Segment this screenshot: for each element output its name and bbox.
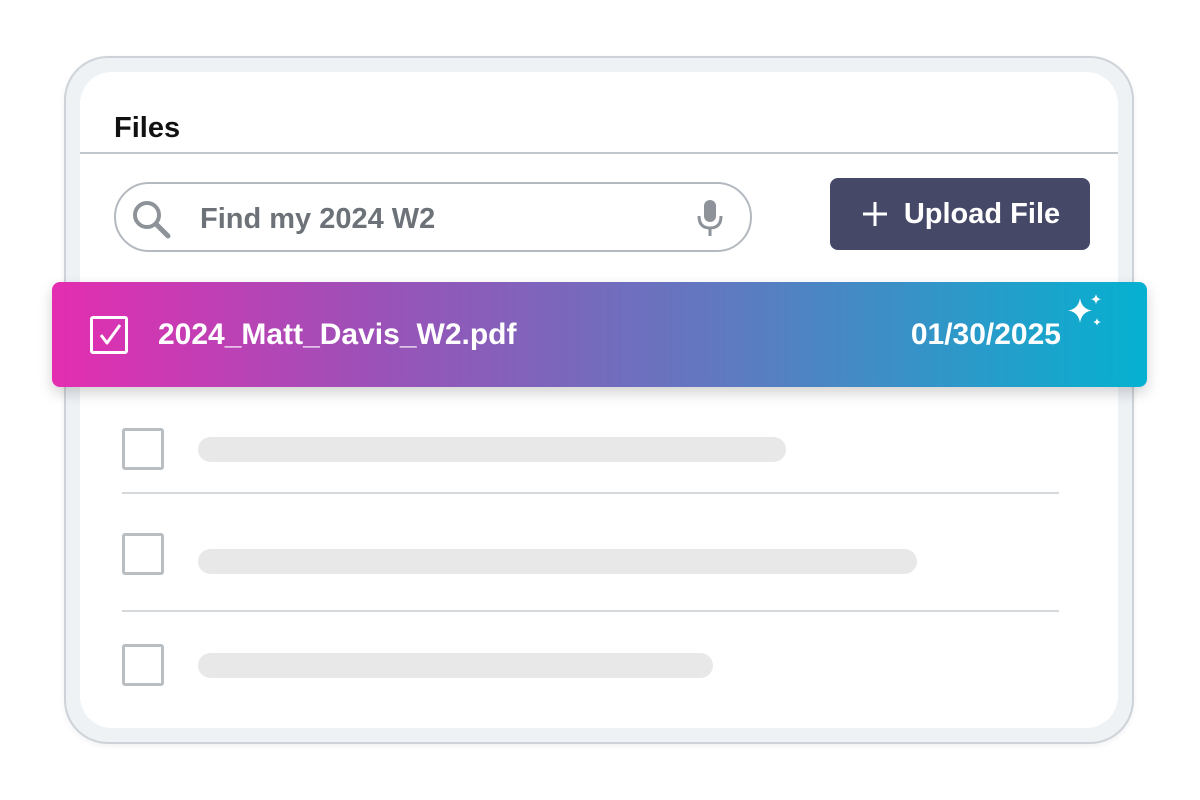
search-icon	[133, 201, 171, 239]
upload-file-label: Upload File	[903, 197, 1061, 230]
search-input[interactable]	[200, 203, 670, 235]
checkmark-icon	[99, 324, 122, 345]
file-row-selected[interactable]: 2024_Matt_Davis_W2.pdf 01/30/2025	[52, 282, 1147, 387]
skeleton-text-bar	[198, 653, 713, 678]
search-bar[interactable]	[114, 182, 752, 252]
row-divider	[122, 492, 1059, 494]
file-checkbox[interactable]	[122, 644, 164, 686]
file-date: 01/30/2025	[910, 318, 1061, 351]
files-card: Files Upload File	[64, 56, 1134, 744]
plus-icon	[862, 202, 887, 226]
file-checkbox[interactable]	[122, 428, 164, 470]
file-checkbox[interactable]	[122, 533, 164, 575]
microphone-icon[interactable]	[690, 198, 730, 238]
file-checkbox-checked[interactable]	[90, 316, 128, 354]
upload-file-button[interactable]: Upload File	[830, 178, 1090, 250]
panel-title: Files	[114, 112, 181, 144]
skeleton-text-bar	[198, 437, 786, 462]
file-name[interactable]: 2024_Matt_Davis_W2.pdf	[158, 318, 516, 352]
row-divider	[122, 610, 1059, 612]
files-panel: Files Upload File	[80, 72, 1118, 728]
sparkle-icon	[1068, 294, 1101, 326]
skeleton-text-bar	[198, 549, 917, 574]
title-divider	[80, 152, 1118, 154]
